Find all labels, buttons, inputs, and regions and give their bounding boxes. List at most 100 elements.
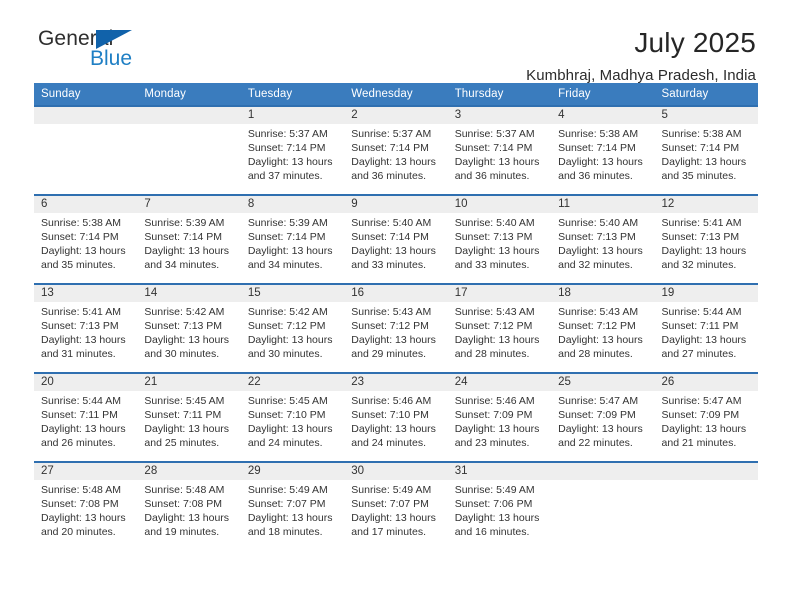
calendar-day-cell[interactable]: 29 Sunrise: 5:49 AM Sunset: 7:07 PM Dayligh…	[240, 461, 345, 551]
day-details: Sunrise: 5:40 AM Sunset: 7:13 PM Daylight:…	[448, 213, 551, 272]
day-details: Sunrise: 5:39 AM Sunset: 7:14 PM Daylight:…	[241, 213, 344, 272]
sunrise-time: Sunrise: 5:38 AM	[558, 128, 639, 140]
calendar-day-cell[interactable]: 30 Sunrise: 5:49 AM Sunset: 7:07 PM Dayligh…	[344, 461, 448, 551]
calendar-day-cell[interactable]: 26 Sunrise: 5:47 AM Sunset: 7:09 PM Dayligh…	[654, 372, 758, 462]
daylight-duration-line2: and 20 minutes.	[41, 526, 116, 538]
calendar-day-cell[interactable]: 9 Sunrise: 5:40 AM Sunset: 7:14 PM Daylight…	[344, 194, 448, 284]
day-number	[137, 107, 241, 124]
calendar-day-cell[interactable]: 25 Sunrise: 5:47 AM Sunset: 7:09 PM Dayligh…	[551, 372, 655, 462]
calendar-day-cell-empty	[654, 461, 758, 551]
daylight-duration-line1: Daylight: 13 hours	[558, 156, 643, 168]
calendar-day-cell[interactable]: 14 Sunrise: 5:42 AM Sunset: 7:13 PM Dayligh…	[137, 283, 241, 373]
day-details: Sunrise: 5:48 AM Sunset: 7:08 PM Daylight:…	[137, 480, 240, 539]
daylight-duration-line1: Daylight: 13 hours	[41, 245, 126, 257]
calendar-day-cell[interactable]: 13 Sunrise: 5:41 AM Sunset: 7:13 PM Dayligh…	[34, 283, 138, 373]
sunset-time: Sunset: 7:14 PM	[351, 231, 429, 243]
daylight-duration-line1: Daylight: 13 hours	[144, 423, 230, 435]
sunset-time: Sunset: 7:13 PM	[454, 231, 533, 243]
day-number: 31	[447, 463, 552, 480]
day-number: 19	[654, 285, 758, 302]
sunset-time: Sunset: 7:12 PM	[247, 320, 326, 332]
calendar-day-cell[interactable]: 24 Sunrise: 5:46 AM Sunset: 7:09 PM Dayligh…	[447, 372, 552, 462]
daylight-duration-line1: Daylight: 13 hours	[661, 423, 747, 435]
calendar-day-cell[interactable]: 10 Sunrise: 5:40 AM Sunset: 7:13 PM Dayligh…	[447, 194, 552, 284]
daylight-duration-line1: Daylight: 13 hours	[144, 334, 230, 346]
day-details: Sunrise: 5:45 AM Sunset: 7:11 PM Daylight:…	[137, 391, 240, 450]
daylight-duration-line2: and 35 minutes.	[661, 170, 737, 182]
sunrise-time: Sunrise: 5:45 AM	[247, 395, 328, 407]
sunset-time: Sunset: 7:09 PM	[558, 409, 636, 421]
sunset-time: Sunset: 7:12 PM	[351, 320, 429, 332]
daylight-duration-line2: and 23 minutes.	[454, 437, 530, 449]
calendar-day-cell[interactable]: 27 Sunrise: 5:48 AM Sunset: 7:08 PM Dayligh…	[34, 461, 138, 551]
calendar-day-cell[interactable]: 18 Sunrise: 5:43 AM Sunset: 7:12 PM Dayligh…	[551, 283, 655, 373]
daylight-duration-line2: and 22 minutes.	[558, 437, 633, 449]
calendar-day-cell[interactable]: 16 Sunrise: 5:43 AM Sunset: 7:12 PM Dayligh…	[344, 283, 448, 373]
sunset-time: Sunset: 7:14 PM	[144, 231, 223, 243]
calendar-day-cell[interactable]: 2 Sunrise: 5:37 AM Sunset: 7:14 PM Daylight…	[344, 105, 448, 195]
daylight-duration-line1: Daylight: 13 hours	[144, 512, 230, 524]
day-number: 21	[137, 374, 241, 391]
sunrise-time: Sunrise: 5:47 AM	[558, 395, 639, 407]
calendar-day-cell-empty	[34, 105, 138, 195]
day-number: 22	[240, 374, 345, 391]
day-number: 30	[344, 463, 448, 480]
day-details: Sunrise: 5:42 AM Sunset: 7:13 PM Daylight:…	[137, 302, 240, 361]
calendar-day-cell[interactable]: 23 Sunrise: 5:46 AM Sunset: 7:10 PM Dayligh…	[344, 372, 448, 462]
daylight-duration-line2: and 27 minutes.	[661, 348, 737, 360]
sunrise-time: Sunrise: 5:47 AM	[661, 395, 742, 407]
sunrise-time: Sunrise: 5:44 AM	[41, 395, 121, 407]
calendar-day-cell[interactable]: 22 Sunrise: 5:45 AM Sunset: 7:10 PM Dayligh…	[240, 372, 345, 462]
generalblue-logo[interactable]: General Blue	[34, 28, 154, 76]
daylight-duration-line1: Daylight: 13 hours	[454, 423, 540, 435]
day-details: Sunrise: 5:46 AM Sunset: 7:09 PM Daylight:…	[448, 391, 551, 450]
calendar-week-row: 20 Sunrise: 5:44 AM Sunset: 7:11 PM Dayligh…	[34, 372, 758, 462]
sunset-time: Sunset: 7:08 PM	[144, 498, 223, 510]
day-details: Sunrise: 5:43 AM Sunset: 7:12 PM Daylight:…	[551, 302, 654, 361]
calendar-day-cell[interactable]: 12 Sunrise: 5:41 AM Sunset: 7:13 PM Dayligh…	[654, 194, 758, 284]
sunset-time: Sunset: 7:14 PM	[661, 142, 740, 154]
calendar-day-cell[interactable]: 15 Sunrise: 5:42 AM Sunset: 7:12 PM Dayligh…	[240, 283, 345, 373]
calendar-day-cell[interactable]: 28 Sunrise: 5:48 AM Sunset: 7:08 PM Dayligh…	[137, 461, 241, 551]
calendar-day-cell-empty	[137, 105, 241, 195]
day-details: Sunrise: 5:49 AM Sunset: 7:07 PM Daylight:…	[344, 480, 447, 539]
day-number: 20	[34, 374, 138, 391]
calendar-day-cell[interactable]: 20 Sunrise: 5:44 AM Sunset: 7:11 PM Dayligh…	[34, 372, 138, 462]
sunrise-time: Sunrise: 5:40 AM	[351, 217, 432, 229]
day-number	[551, 463, 655, 480]
calendar-header-row: Sunday Monday Tuesday Wednesday Thursday…	[34, 83, 758, 106]
page-header: General Blue July 2025 Kumbhraj, Madhya …	[34, 0, 758, 85]
daylight-duration-line2: and 24 minutes.	[247, 437, 323, 449]
day-number: 27	[34, 463, 138, 480]
day-details: Sunrise: 5:39 AM Sunset: 7:14 PM Daylight:…	[137, 213, 240, 272]
day-number: 23	[344, 374, 448, 391]
daylight-duration-line1: Daylight: 13 hours	[41, 423, 126, 435]
calendar-day-cell[interactable]: 4 Sunrise: 5:38 AM Sunset: 7:14 PM Daylight…	[551, 105, 655, 195]
calendar-day-cell[interactable]: 1 Sunrise: 5:37 AM Sunset: 7:14 PM Daylight…	[240, 105, 345, 195]
day-details: Sunrise: 5:37 AM Sunset: 7:14 PM Daylight:…	[241, 124, 344, 183]
daylight-duration-line2: and 30 minutes.	[247, 348, 323, 360]
day-number: 24	[447, 374, 552, 391]
sunset-time: Sunset: 7:10 PM	[247, 409, 326, 421]
sunset-time: Sunset: 7:13 PM	[558, 231, 636, 243]
calendar-day-cell[interactable]: 5 Sunrise: 5:38 AM Sunset: 7:14 PM Daylight…	[654, 105, 758, 195]
calendar-day-cell[interactable]: 3 Sunrise: 5:37 AM Sunset: 7:14 PM Daylight…	[447, 105, 552, 195]
daylight-duration-line2: and 36 minutes.	[454, 170, 530, 182]
calendar-day-cell[interactable]: 6 Sunrise: 5:38 AM Sunset: 7:14 PM Daylight…	[34, 194, 138, 284]
calendar-day-cell[interactable]: 21 Sunrise: 5:45 AM Sunset: 7:11 PM Dayligh…	[137, 372, 241, 462]
calendar-day-cell[interactable]: 31 Sunrise: 5:49 AM Sunset: 7:06 PM Dayligh…	[447, 461, 552, 551]
daylight-duration-line1: Daylight: 13 hours	[558, 245, 643, 257]
calendar-week-row: 27 Sunrise: 5:48 AM Sunset: 7:08 PM Dayligh…	[34, 461, 758, 551]
day-number: 15	[240, 285, 345, 302]
calendar-day-cell[interactable]: 17 Sunrise: 5:43 AM Sunset: 7:12 PM Dayligh…	[447, 283, 552, 373]
calendar-day-cell[interactable]: 8 Sunrise: 5:39 AM Sunset: 7:14 PM Daylight…	[240, 194, 345, 284]
calendar-day-cell[interactable]: 19 Sunrise: 5:44 AM Sunset: 7:11 PM Dayligh…	[654, 283, 758, 373]
daylight-duration-line2: and 28 minutes.	[558, 348, 633, 360]
calendar-page: General Blue July 2025 Kumbhraj, Madhya …	[0, 0, 792, 612]
sunset-time: Sunset: 7:07 PM	[247, 498, 326, 510]
sunset-time: Sunset: 7:12 PM	[558, 320, 636, 332]
sunset-time: Sunset: 7:07 PM	[351, 498, 429, 510]
calendar-day-cell[interactable]: 7 Sunrise: 5:39 AM Sunset: 7:14 PM Daylight…	[137, 194, 241, 284]
calendar-day-cell[interactable]: 11 Sunrise: 5:40 AM Sunset: 7:13 PM Dayligh…	[551, 194, 655, 284]
daylight-duration-line2: and 25 minutes.	[144, 437, 220, 449]
